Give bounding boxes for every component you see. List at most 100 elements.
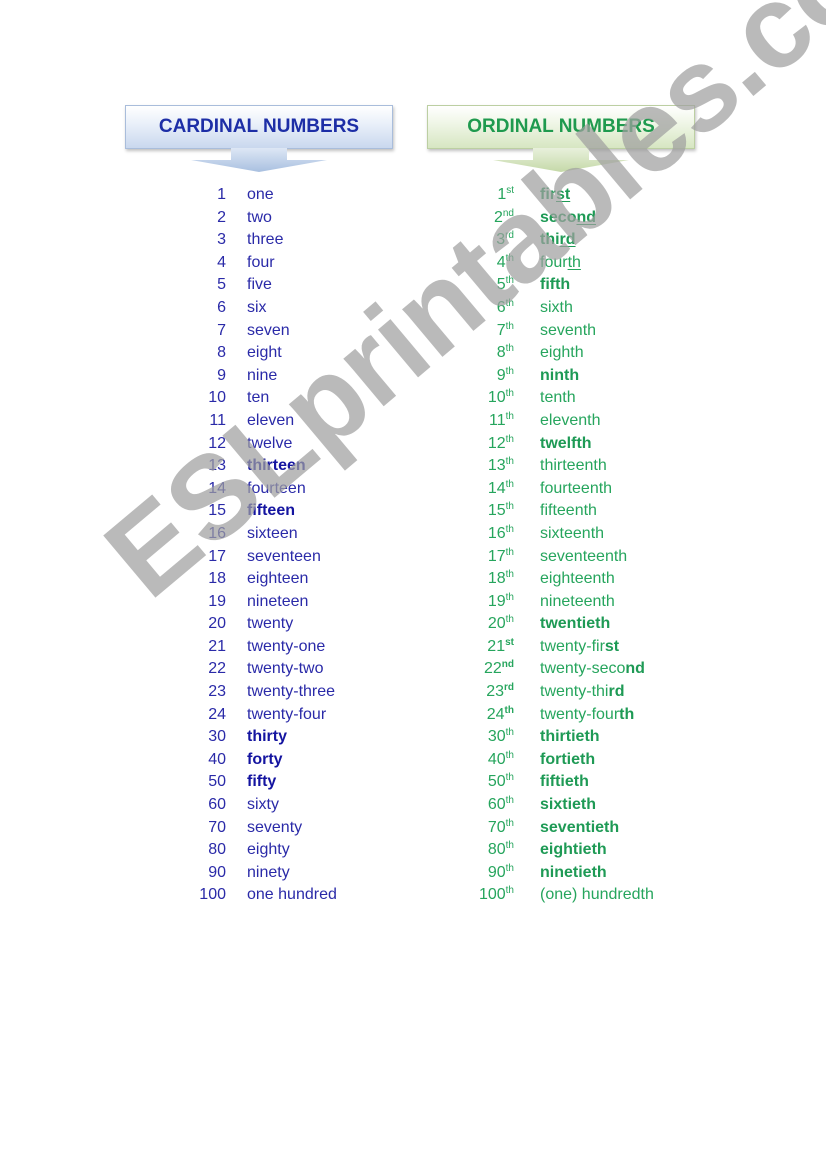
ordinal-digits: 60 (487, 796, 506, 814)
ordinal-suffix: th (505, 320, 514, 332)
ordinal-row: 11th eleventh (460, 410, 600, 433)
ordinal-digits: 14 (487, 479, 506, 497)
cardinal-row: 4 four (190, 252, 274, 275)
ordinal-number: 17th (460, 546, 514, 571)
ordinal-header-box: ORDINAL NUMBERS (427, 105, 695, 149)
ordinal-row: 12th twelfth (460, 433, 592, 456)
ordinal-word-part: seco (540, 208, 577, 226)
ordinal-row: 16th sixteenth (460, 523, 604, 546)
ordinal-word: twenty-third (540, 681, 624, 704)
cardinal-row: 19 nineteen (190, 591, 308, 614)
cardinal-list: 1 one 2 two 3 three 4 four 5 five 6 six 7 seven 8 eight… (190, 184, 337, 907)
cardinal-number: 100 (199, 886, 226, 904)
cardinal-number: 23 (208, 683, 226, 701)
ordinal-row: 60th sixtieth (460, 794, 596, 819)
cardinal-number: 3 (217, 231, 226, 249)
cardinal-word: sixty (247, 796, 279, 814)
ordinal-word: ninetieth (540, 862, 607, 885)
ordinal-number: 6th (460, 297, 514, 322)
ordinal-word: fifth (540, 274, 570, 297)
ordinal-number: 13th (460, 455, 514, 480)
ordinal-digits: 20 (487, 615, 506, 633)
ordinal-suffix: nd (502, 207, 514, 219)
ordinal-digits: 22 (483, 660, 502, 678)
cardinal-row: 16 sixteen (190, 523, 298, 546)
cardinal-word: thirty (247, 728, 287, 746)
cardinal-word: forty (247, 750, 283, 768)
cardinal-number: 18 (208, 570, 226, 588)
ordinal-row: 17th seventeenth (460, 546, 627, 571)
ordinal-word-part: rd (559, 231, 576, 249)
ordinal-word-part: nd (625, 660, 645, 678)
cardinal-word: seven (247, 321, 290, 339)
cardinal-number: 11 (209, 411, 226, 429)
ordinal-digits: 12 (487, 434, 506, 452)
ordinal-row: 80th eightieth (460, 839, 607, 862)
cardinal-row: 70 seventy (190, 817, 302, 840)
ordinal-digits: 9 (496, 366, 506, 384)
ordinal-digits: 17 (487, 547, 506, 565)
ordinal-suffix: th (505, 862, 514, 874)
cardinal-row: 13 thirteen (190, 455, 305, 478)
ordinal-word: eightieth (540, 839, 607, 862)
ordinal-number: 3rd (460, 229, 514, 254)
ordinal-number: 1st (460, 184, 514, 209)
ordinal-row: 3rd third (460, 229, 575, 254)
ordinal-number: 24th (460, 704, 514, 729)
ordinal-row: 70th seventieth (460, 817, 619, 840)
cardinal-number: 90 (208, 863, 226, 881)
ordinal-word: twentieth (540, 613, 610, 636)
ordinal-word: third (540, 229, 576, 252)
ordinal-digits: 8 (496, 344, 506, 362)
ordinal-digits: 1 (497, 186, 507, 203)
ordinal-row: 21st twenty-first (460, 636, 619, 659)
cardinal-row: 14 fourteen (190, 478, 306, 501)
ordinal-word-part: thirteenth (540, 457, 607, 475)
ordinal-row: 2nd second (460, 207, 596, 230)
ordinal-word: twelfth (540, 433, 592, 456)
ordinal-word: twenty-fourth (540, 704, 634, 727)
ordinal-word: seventeenth (540, 546, 627, 569)
ordinal-word-part: nineteenth (540, 592, 615, 610)
ordinal-suffix: th (505, 501, 514, 513)
cardinal-number: 4 (217, 253, 226, 271)
cardinal-word: twenty (247, 615, 294, 633)
ordinal-digits: 5 (496, 276, 506, 294)
ordinal-row: 90th ninetieth (460, 862, 607, 885)
ordinal-word: (one) hundredth (540, 884, 654, 907)
ordinal-word-part: th (567, 253, 581, 271)
ordinal-number: 10th (460, 387, 514, 412)
cardinal-number: 7 (217, 321, 226, 339)
cardinal-word: twenty-four (247, 705, 327, 723)
cardinal-number: 12 (208, 434, 226, 452)
cardinal-number: 30 (208, 728, 226, 746)
ordinal-row: 20th twentieth (460, 613, 610, 636)
ordinal-row: 6th sixth (460, 297, 573, 322)
ordinal-row: 4th fourth (460, 252, 581, 275)
ordinal-row: 13th thirteenth (460, 455, 607, 480)
ordinal-digits: 100 (478, 886, 506, 904)
cardinal-row: 11 eleven (190, 410, 294, 433)
cardinal-number: 13 (208, 457, 226, 475)
ordinal-row: 23rd twenty-third (460, 681, 624, 704)
ordinal-word-part: twenty-thi (540, 683, 609, 701)
ordinal-suffix: th (505, 795, 514, 807)
ordinal-number: 60th (460, 794, 514, 819)
cardinal-number: 24 (208, 705, 226, 723)
ordinal-digits: 30 (487, 728, 506, 746)
cardinal-word: fifty (247, 773, 277, 791)
cardinal-word: three (247, 231, 284, 249)
ordinal-number: 30th (460, 726, 514, 751)
cardinal-number: 5 (217, 276, 226, 294)
cardinal-word: eight (247, 344, 282, 362)
cardinal-word: nine (247, 366, 278, 384)
cardinal-number: 2 (217, 208, 226, 226)
cardinal-row: 24 twenty-four (190, 704, 326, 727)
cardinal-word: eighteen (247, 570, 309, 588)
ordinal-row: 18th eighteenth (460, 568, 615, 591)
down-arrow-icon (493, 148, 629, 172)
ordinal-row: 14th fourteenth (460, 478, 612, 501)
ordinal-suffix: st (505, 636, 514, 648)
ordinal-word-part: twentieth (540, 615, 611, 633)
cardinal-number: 9 (217, 366, 226, 384)
